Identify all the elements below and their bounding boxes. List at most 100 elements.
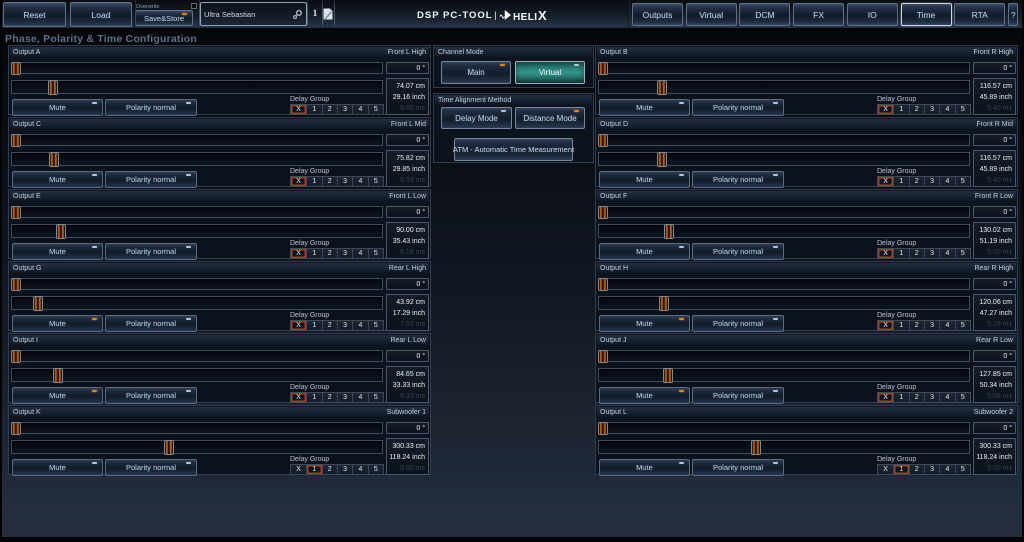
mute-button[interactable]: Mute <box>599 315 690 332</box>
delay-group-option-4[interactable]: 4 <box>352 177 367 186</box>
delay-group-option-x[interactable]: X <box>291 105 306 114</box>
delay-group-option-4[interactable]: 4 <box>939 393 954 402</box>
phase-slider[interactable] <box>598 350 970 362</box>
delay-group-option-1[interactable]: 1 <box>306 393 321 402</box>
delay-slider-handle[interactable] <box>751 440 761 455</box>
delay-group-option-5[interactable]: 5 <box>368 321 383 330</box>
phase-slider[interactable] <box>598 422 970 434</box>
delay-slider[interactable] <box>598 80 970 94</box>
delay-slider[interactable] <box>598 296 970 310</box>
delay-group-option-x[interactable]: X <box>291 321 306 330</box>
mute-button[interactable]: Mute <box>599 459 690 476</box>
mute-button[interactable]: Mute <box>12 315 103 332</box>
delay-group-option-1[interactable]: 1 <box>893 249 908 258</box>
delay-group-option-3[interactable]: 3 <box>337 249 352 258</box>
delay-group-option-x[interactable]: X <box>291 177 306 186</box>
nav-button-dcm[interactable]: DCM <box>739 3 790 26</box>
delay-group-option-2[interactable]: 2 <box>909 177 924 186</box>
delay-group-option-3[interactable]: 3 <box>924 105 939 114</box>
mute-button[interactable]: Mute <box>12 171 103 188</box>
delay-group-option-x[interactable]: X <box>878 321 893 330</box>
delay-group-option-4[interactable]: 4 <box>939 105 954 114</box>
time-alignment-delay-mode[interactable]: Delay Mode <box>441 107 512 129</box>
document-icon[interactable] <box>322 2 334 26</box>
nav-button-virtual[interactable]: Virtual <box>686 3 737 26</box>
delay-slider[interactable] <box>11 368 383 382</box>
phase-slider-handle[interactable] <box>598 134 608 147</box>
delay-group-option-x[interactable]: X <box>878 393 893 402</box>
delay-slider[interactable] <box>598 224 970 238</box>
phase-slider[interactable] <box>11 278 383 290</box>
delay-group-option-2[interactable]: 2 <box>909 393 924 402</box>
delay-group-option-x[interactable]: X <box>291 249 306 258</box>
delay-group-option-3[interactable]: 3 <box>924 321 939 330</box>
delay-slider-handle[interactable] <box>663 368 673 383</box>
delay-group-option-1[interactable]: 1 <box>893 393 908 402</box>
delay-group-option-1[interactable]: 1 <box>893 465 908 474</box>
delay-group-option-2[interactable]: 2 <box>322 177 337 186</box>
delay-slider[interactable] <box>11 80 383 94</box>
delay-slider[interactable] <box>11 224 383 238</box>
phase-slider[interactable] <box>11 206 383 218</box>
delay-group-option-1[interactable]: 1 <box>306 249 321 258</box>
save-store-button[interactable]: Save&Store <box>135 10 193 26</box>
delay-group-option-2[interactable]: 2 <box>909 105 924 114</box>
nav-button-rta[interactable]: RTA <box>954 3 1005 26</box>
phase-slider-handle[interactable] <box>598 62 608 75</box>
phase-slider-handle[interactable] <box>598 350 608 363</box>
channel-mode-virtual[interactable]: Virtual <box>515 61 585 84</box>
mute-button[interactable]: Mute <box>12 459 103 476</box>
delay-group-option-x[interactable]: X <box>291 465 306 474</box>
delay-group-option-4[interactable]: 4 <box>939 177 954 186</box>
phase-slider-handle[interactable] <box>11 350 21 363</box>
delay-group-option-5[interactable]: 5 <box>955 465 970 474</box>
delay-group-option-1[interactable]: 1 <box>893 177 908 186</box>
delay-group-option-x[interactable]: X <box>878 105 893 114</box>
polarity-button[interactable]: Polarity normal <box>692 243 784 260</box>
delay-group-option-1[interactable]: 1 <box>306 177 321 186</box>
phase-slider[interactable] <box>598 206 970 218</box>
polarity-button[interactable]: Polarity normal <box>105 243 197 260</box>
delay-group-option-5[interactable]: 5 <box>955 249 970 258</box>
delay-group-option-5[interactable]: 5 <box>955 177 970 186</box>
delay-group-option-4[interactable]: 4 <box>352 393 367 402</box>
polarity-button[interactable]: Polarity normal <box>692 99 784 116</box>
nav-button-help[interactable]: ? <box>1008 3 1018 26</box>
reset-button[interactable]: Reset <box>3 2 66 27</box>
delay-group-option-5[interactable]: 5 <box>955 105 970 114</box>
delay-slider-handle[interactable] <box>664 224 674 239</box>
phase-slider[interactable] <box>598 278 970 290</box>
phase-slider-handle[interactable] <box>598 206 608 219</box>
delay-slider[interactable] <box>11 296 383 310</box>
polarity-button[interactable]: Polarity normal <box>692 459 784 476</box>
delay-group-option-4[interactable]: 4 <box>352 321 367 330</box>
delay-group-option-2[interactable]: 2 <box>909 321 924 330</box>
polarity-button[interactable]: Polarity normal <box>105 459 197 476</box>
delay-group-option-5[interactable]: 5 <box>368 177 383 186</box>
phase-slider-handle[interactable] <box>11 62 21 75</box>
delay-slider[interactable] <box>11 440 383 454</box>
phase-slider[interactable] <box>11 134 383 146</box>
phase-slider-handle[interactable] <box>598 278 608 291</box>
polarity-button[interactable]: Polarity normal <box>105 171 197 188</box>
delay-group-option-3[interactable]: 3 <box>337 465 352 474</box>
channel-mode-main[interactable]: Main <box>441 61 511 84</box>
nav-button-outputs[interactable]: Outputs <box>632 3 683 26</box>
delay-group-option-5[interactable]: 5 <box>368 393 383 402</box>
delay-slider-handle[interactable] <box>53 368 63 383</box>
phase-slider[interactable] <box>11 62 383 74</box>
delay-group-option-x[interactable]: X <box>878 465 893 474</box>
delay-group-option-5[interactable]: 5 <box>368 465 383 474</box>
polarity-button[interactable]: Polarity normal <box>692 171 784 188</box>
delay-group-option-1[interactable]: 1 <box>306 465 321 474</box>
phase-slider[interactable] <box>598 62 970 74</box>
polarity-button[interactable]: Polarity normal <box>692 315 784 332</box>
delay-group-option-4[interactable]: 4 <box>352 465 367 474</box>
delay-group-option-3[interactable]: 3 <box>924 177 939 186</box>
delay-group-option-1[interactable]: 1 <box>893 105 908 114</box>
delay-slider[interactable] <box>598 440 970 454</box>
atm-button[interactable]: ATM - Automatic Time Measurement <box>454 138 573 161</box>
polarity-button[interactable]: Polarity normal <box>105 387 197 404</box>
mute-button[interactable]: Mute <box>12 243 103 260</box>
mute-button[interactable]: Mute <box>599 99 690 116</box>
